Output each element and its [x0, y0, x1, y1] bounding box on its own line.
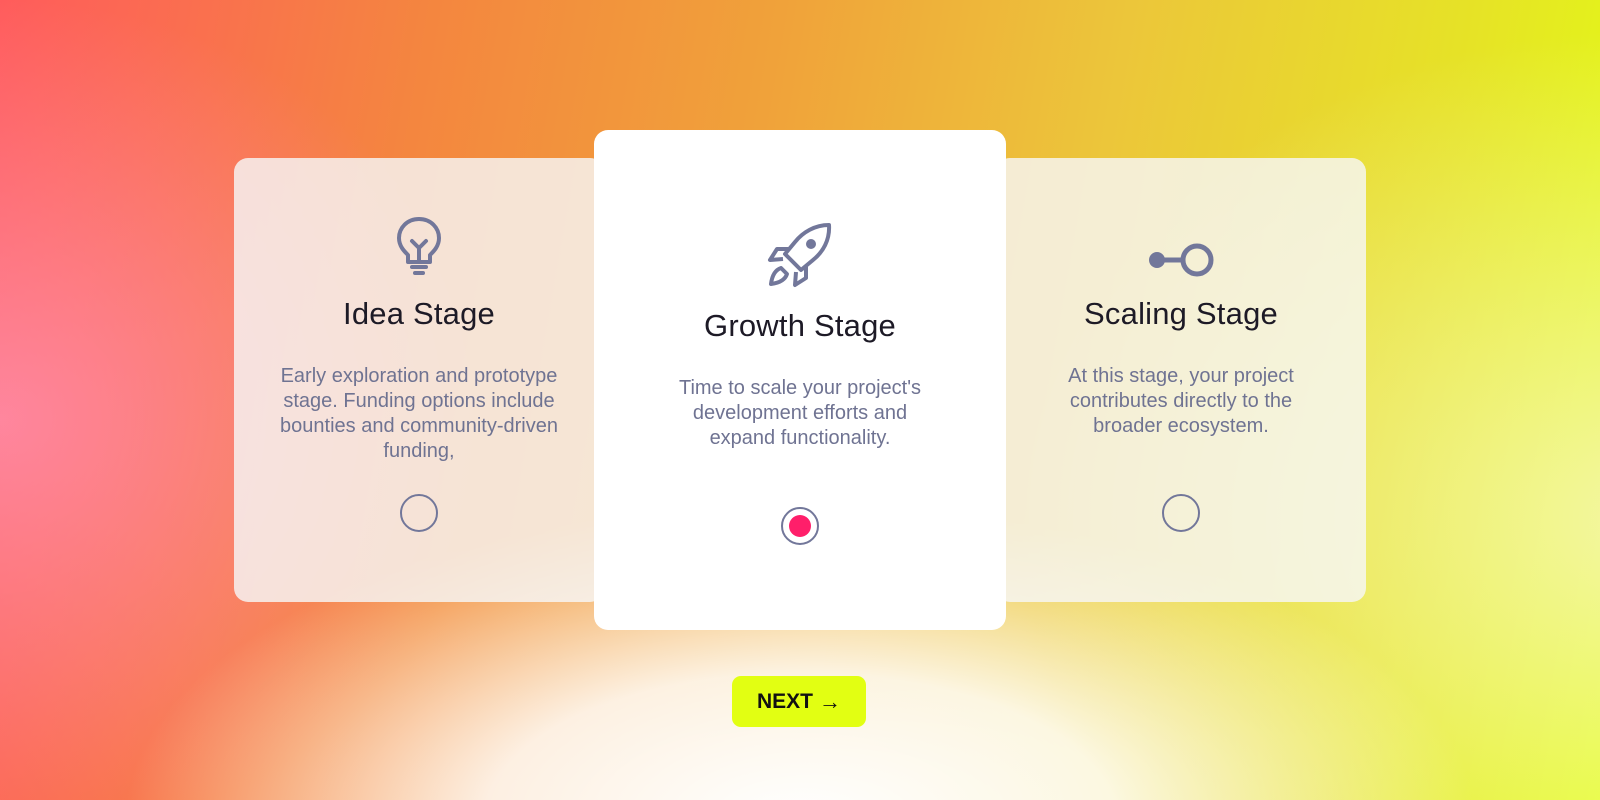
stage-radio-idea[interactable] [400, 494, 438, 532]
stage-card-idea[interactable]: Idea Stage Early exploration and prototy… [234, 158, 604, 602]
arrow-right-icon: → [819, 688, 841, 714]
stage-radio-scaling[interactable] [1162, 494, 1200, 532]
connection-node-icon [1149, 243, 1214, 277]
stage-description: At this stage, your project contributes … [1068, 365, 1294, 437]
stage-title: Growth Stage [704, 308, 896, 343]
stage-description: Early exploration and prototype stage. F… [280, 365, 558, 462]
lightbulb-icon [397, 217, 441, 275]
stage-description: Time to scale your project's development… [678, 377, 922, 449]
next-button-label: NEXT [756, 689, 813, 713]
stage-card-growth[interactable]: Growth Stage Time to scale your project'… [594, 130, 1006, 630]
rocket-icon [768, 223, 832, 287]
stage-card-scaling[interactable]: Scaling Stage At this stage, your projec… [996, 158, 1366, 602]
stage-title: Scaling Stage [1084, 296, 1278, 331]
next-button[interactable]: NEXT → [732, 676, 866, 727]
radio-selected-dot [789, 515, 811, 537]
stage-radio-growth[interactable] [781, 507, 819, 545]
stage-title: Idea Stage [343, 296, 495, 331]
